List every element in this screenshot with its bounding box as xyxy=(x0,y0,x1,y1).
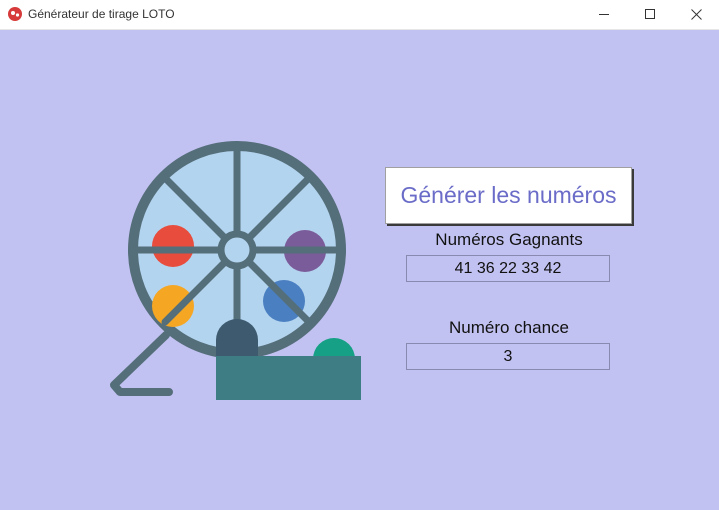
ball-orange xyxy=(152,285,194,327)
chance-number-label: Numéro chance xyxy=(448,318,569,337)
maximize-button[interactable] xyxy=(627,0,673,29)
title-bar: Générateur de tirage LOTO xyxy=(0,0,719,30)
minimize-icon xyxy=(598,14,609,15)
lottery-drum-illustration xyxy=(110,141,361,400)
minimize-button[interactable] xyxy=(581,0,627,29)
drum-hub xyxy=(217,230,257,270)
winning-numbers-label: Numéros Gagnants xyxy=(435,230,583,249)
close-icon xyxy=(690,9,702,20)
lottery-app-icon xyxy=(8,7,22,21)
ball-red xyxy=(152,225,194,267)
collection-tray xyxy=(216,356,361,400)
generate-numbers-button[interactable]: Générer les numéros xyxy=(385,167,632,224)
drum-stand xyxy=(110,331,173,396)
chance-number-display: 3 xyxy=(406,343,610,370)
maximize-icon xyxy=(644,9,655,19)
window-title: Générateur de tirage LOTO xyxy=(28,7,175,21)
main-panel: Générer les numéros Numéros Gagnants 41 … xyxy=(0,30,719,510)
winning-numbers-display: 41 36 22 33 42 xyxy=(406,255,610,282)
close-button[interactable] xyxy=(673,0,719,29)
